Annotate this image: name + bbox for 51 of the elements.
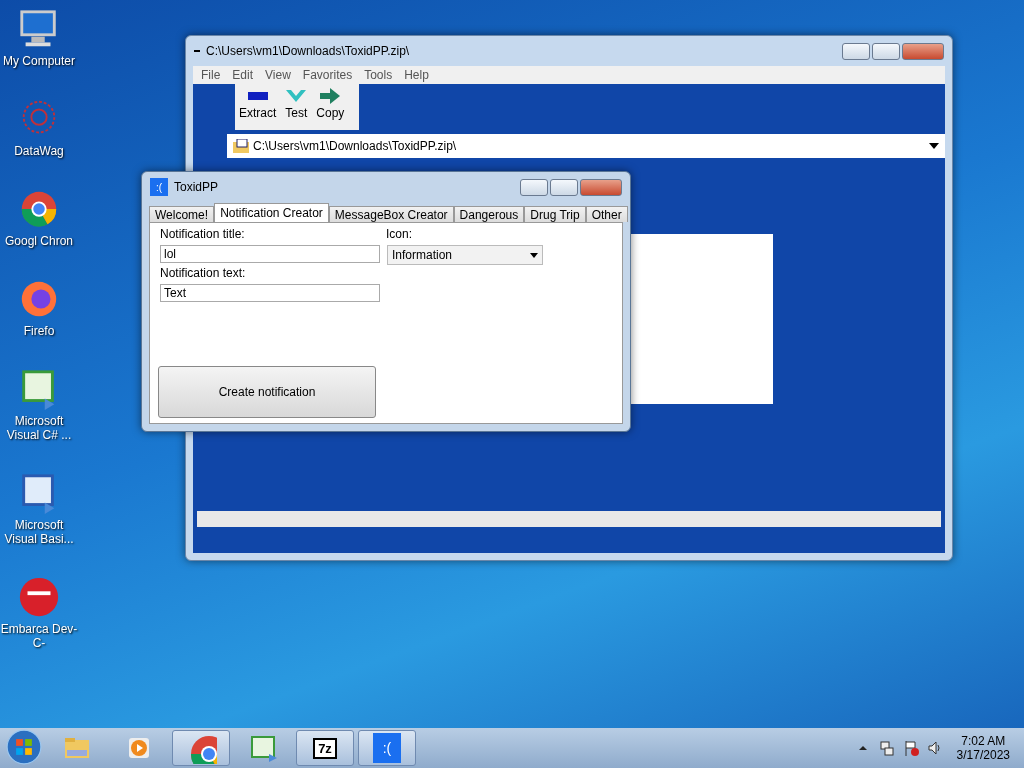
create-notification-button[interactable]: Create notification	[158, 366, 376, 418]
input-field[interactable]: Text	[160, 284, 380, 302]
tab[interactable]: Other	[585, 206, 628, 222]
extract-button[interactable]: Extract	[235, 84, 281, 130]
taskbar-button[interactable]: :(	[358, 730, 416, 766]
maximize-button[interactable]	[872, 42, 900, 60]
tab[interactable]: Drug Trip	[524, 206, 586, 222]
dropdown-arrow-icon	[530, 252, 538, 258]
field-label: Notification text:	[160, 266, 246, 280]
menu-item[interactable]: Help	[400, 68, 433, 82]
menu-item[interactable]: Tools	[360, 68, 397, 82]
tab[interactable]: Dangerous	[453, 206, 525, 222]
copy-button[interactable]: Copy	[312, 84, 349, 130]
tab[interactable]: Welcome!	[149, 206, 215, 222]
icon-dropdown[interactable]: Information	[387, 245, 543, 265]
scrollbar[interactable]	[197, 511, 941, 527]
close-button[interactable]	[580, 178, 622, 196]
folder-icon	[233, 139, 249, 153]
volume-icon[interactable]	[926, 740, 943, 756]
menu-item[interactable]: Favorites	[298, 68, 357, 82]
desktop-icon-label: My Computer	[2, 54, 76, 68]
desktop-icon-label: Firefo	[22, 324, 56, 338]
start-button[interactable]	[4, 729, 44, 767]
field-label: Notification title:	[160, 227, 245, 241]
minimize-button[interactable]	[842, 42, 870, 60]
window-title: C:\Users\vm1\Downloads\ToxidPP.zip\	[206, 44, 411, 58]
menu-item[interactable]: View	[261, 68, 295, 82]
tab[interactable]: MessageBox Creator	[328, 206, 454, 222]
clock[interactable]: 7:02 AM 3/17/2023	[946, 734, 1020, 762]
dropdown-arrow-icon[interactable]	[929, 143, 939, 149]
input-field[interactable]: lol	[160, 245, 380, 263]
desktop-icon-label: DataWag	[13, 144, 65, 158]
network-icon[interactable]	[878, 740, 895, 756]
tab[interactable]: Notification Creator	[214, 203, 329, 222]
minimize-button[interactable]	[520, 178, 548, 196]
menu-item[interactable]: Edit	[228, 68, 258, 82]
taskbar-button[interactable]	[172, 730, 230, 766]
address-bar[interactable]: C:\Users\vm1\Downloads\ToxidPP.zip\	[227, 134, 945, 158]
desktop-icon-label: Microsoft Visual C# ...	[5, 414, 73, 442]
taskbar-button[interactable]: 7z	[296, 730, 354, 766]
menu-item[interactable]: File	[197, 68, 225, 82]
maximize-button[interactable]	[550, 178, 578, 196]
flag-icon[interactable]	[902, 740, 919, 756]
app-logo-icon: :(	[150, 178, 168, 196]
desktop-icon-label: Microsoft Visual Basi...	[3, 518, 75, 546]
desktop-icon-label: Googl Chron	[3, 234, 74, 248]
window-title: ToxidPP	[174, 180, 220, 194]
desktop-icon-label: Embarca Dev-C-	[0, 622, 78, 650]
close-button[interactable]	[902, 42, 944, 60]
test-button[interactable]: Test	[280, 84, 313, 130]
field-label: Icon:	[386, 227, 412, 241]
